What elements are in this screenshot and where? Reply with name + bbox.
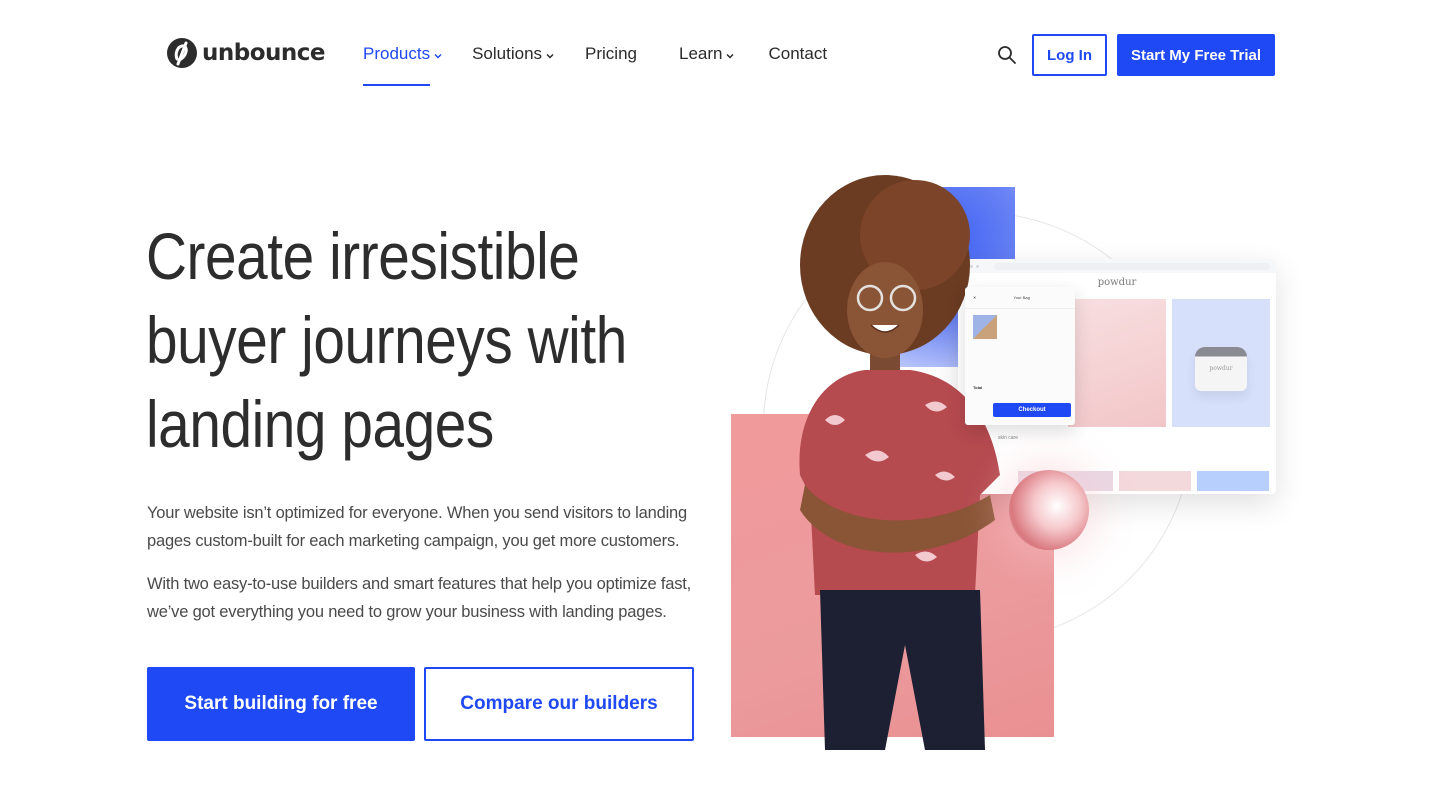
chevron-down-icon bbox=[546, 53, 554, 59]
unbounce-logo[interactable]: unbounce bbox=[166, 37, 326, 69]
cart-total: Total bbox=[973, 385, 1067, 390]
nav-item-label: Contact bbox=[768, 44, 828, 63]
cart-item-thumbnail bbox=[973, 315, 997, 339]
hero-paragraph: Your website isn’t optimized for everyon… bbox=[147, 504, 687, 550]
hero-headline: Create irresistible buyer journeys with … bbox=[146, 214, 653, 466]
hero-illustration: powdur powdur skin care ✕ Your Bag Total… bbox=[725, 170, 1285, 750]
site-header: unbounce Products Solutions Pricing Lear… bbox=[0, 0, 1440, 110]
mockup-jar-label: powdur bbox=[1209, 365, 1233, 372]
nav-item-solutions[interactable]: Solutions bbox=[472, 40, 554, 68]
compare-builders-button[interactable]: Compare our builders bbox=[424, 667, 694, 741]
headline-line: buyer journeys with bbox=[146, 303, 627, 377]
nav-item-label: Solutions bbox=[472, 44, 543, 63]
headline-line: landing pages bbox=[146, 387, 494, 461]
chevron-down-icon bbox=[434, 53, 442, 59]
decorative-orb bbox=[1009, 470, 1089, 550]
person-photo bbox=[799, 175, 1000, 750]
mockup-hand-image bbox=[1068, 299, 1166, 427]
main-nav: Products Solutions Pricing Learn Contact bbox=[363, 40, 827, 86]
mockup-url-bar bbox=[994, 262, 1270, 270]
search-button[interactable] bbox=[997, 45, 1017, 65]
search-icon bbox=[998, 46, 1016, 64]
nav-item-contact[interactable]: Contact bbox=[768, 40, 827, 68]
start-free-trial-button[interactable]: Start My Free Trial bbox=[1117, 34, 1275, 76]
cart-total-label: Total bbox=[973, 385, 983, 390]
nav-item-pricing[interactable]: Pricing bbox=[585, 40, 637, 68]
nav-item-label: Products bbox=[363, 44, 431, 63]
close-icon: ✕ bbox=[973, 295, 977, 300]
headline-line: Create irresistible bbox=[146, 219, 580, 293]
nav-item-learn[interactable]: Learn bbox=[679, 40, 735, 68]
mockup-strip bbox=[1197, 471, 1269, 491]
start-building-button[interactable]: Start building for free bbox=[147, 667, 415, 741]
mockup-jar: powdur bbox=[1195, 347, 1247, 391]
login-button[interactable]: Log In bbox=[1032, 34, 1107, 76]
hero-paragraph: With two easy-to-use builders and smart … bbox=[147, 575, 692, 621]
nav-item-products[interactable]: Products bbox=[363, 40, 442, 86]
cart-header: ✕ Your Bag bbox=[965, 287, 1075, 309]
checkout-button: Checkout bbox=[993, 403, 1071, 417]
cart-title: Your Bag bbox=[1013, 295, 1030, 300]
chevron-down-icon bbox=[726, 53, 735, 59]
mockup-strip bbox=[1119, 471, 1191, 491]
brand-name: unbounce bbox=[202, 40, 326, 66]
nav-item-label: Learn bbox=[679, 44, 723, 63]
nav-item-label: Pricing bbox=[585, 44, 637, 63]
shopping-cart-panel: ✕ Your Bag Total Checkout bbox=[965, 287, 1075, 425]
unbounce-logo-icon bbox=[167, 38, 197, 68]
